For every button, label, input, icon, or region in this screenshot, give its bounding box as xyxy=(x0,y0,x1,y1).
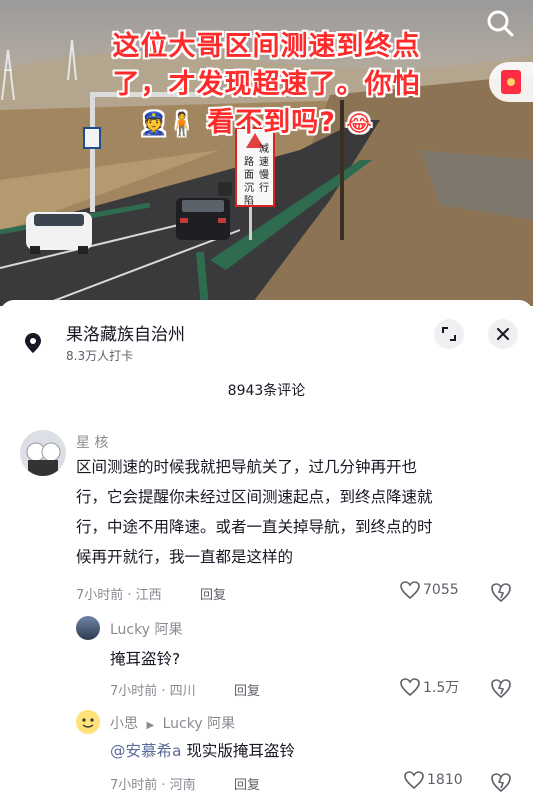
comment-text-line: 区间测速的时候我就把导航关了，过几分钟再开也 xyxy=(76,458,418,476)
svg-text:慢: 慢 xyxy=(259,169,269,181)
reply-button[interactable]: 回复 xyxy=(234,774,260,793)
close-button[interactable] xyxy=(488,319,518,349)
svg-text:路: 路 xyxy=(244,155,254,168)
video-caption-line1: 这位大哥区间测速到终点 xyxy=(112,31,421,62)
like-button[interactable]: 7055 xyxy=(400,581,459,599)
reply-target[interactable]: Lucky 阿果 xyxy=(163,716,235,732)
comment-sheet: 果洛藏族自治州 8.3万人打卡 8943条评论 星 核 区间测速的时候我就把导航… xyxy=(0,300,533,800)
red-packet-button[interactable] xyxy=(489,62,533,102)
avatar[interactable] xyxy=(20,430,66,476)
heart-icon xyxy=(404,771,424,789)
dislike-icon[interactable] xyxy=(490,582,512,602)
close-icon xyxy=(497,328,509,340)
avatar[interactable] xyxy=(76,616,100,640)
video-caption-line2: 了，才发现超速了。你怕 xyxy=(112,69,421,100)
caption-emojis: 👮🧍 xyxy=(140,112,197,137)
svg-text:陷: 陷 xyxy=(244,194,254,207)
comment-count: 8943条评论 xyxy=(227,383,306,399)
like-count: 1.5万 xyxy=(423,680,460,696)
red-packet-icon xyxy=(501,70,521,94)
reply-button[interactable]: 回复 xyxy=(234,680,260,699)
svg-text:行: 行 xyxy=(259,181,269,194)
like-count: 1810 xyxy=(427,772,463,788)
caption-end-emoji: 😂 xyxy=(346,112,373,137)
comment-text-line: 行，中途不用降速。或者一直关掉导航，到终点的时 xyxy=(76,518,433,536)
comment-text: @安慕希a 现实版掩耳盗铃 xyxy=(110,736,295,766)
svg-text:减: 减 xyxy=(259,143,269,155)
caption-line3-text: 看不到吗? xyxy=(207,107,336,138)
comment-text-line: 行，它会提醒你未经过区间测速起点，到终点降速就 xyxy=(76,488,433,506)
location-checkins: 8.3万人打卡 xyxy=(66,349,134,363)
video-player[interactable]: 路 面 沉 陷 减 速 慢 行 这位大哥区间测速到终点 了，才发现超速了。你怕 … xyxy=(0,0,533,306)
reply-arrow-icon: ▶ xyxy=(146,720,155,731)
reply-author[interactable]: 小思 xyxy=(110,716,138,732)
heart-icon xyxy=(400,581,420,599)
comment-text: 掩耳盗铃? xyxy=(110,650,181,668)
dislike-icon[interactable] xyxy=(490,772,512,792)
comment-meta: 7小时前 · 河南 xyxy=(110,778,196,793)
heart-icon xyxy=(400,678,420,696)
comment-username: 小思 ▶ Lucky 阿果 xyxy=(110,713,235,733)
like-count: 7055 xyxy=(423,582,459,598)
svg-text:沉: 沉 xyxy=(244,181,254,194)
reply-button[interactable]: 回复 xyxy=(200,584,226,603)
svg-text:速: 速 xyxy=(259,156,269,168)
expand-icon xyxy=(442,327,456,341)
comment-username[interactable]: 星 核 xyxy=(76,432,108,452)
like-button[interactable]: 1810 xyxy=(404,771,463,789)
search-icon[interactable] xyxy=(485,8,515,38)
comment-text-line: 候再开就行，我一直都是这样的 xyxy=(76,548,294,566)
video-caption-line3: 👮🧍 看不到吗? 😂 xyxy=(140,100,373,139)
dislike-icon[interactable] xyxy=(490,678,512,698)
expand-button[interactable] xyxy=(434,319,464,349)
mention-link[interactable]: @安慕希a xyxy=(110,742,182,760)
avatar[interactable] xyxy=(76,710,100,734)
location-title[interactable]: 果洛藏族自治州 xyxy=(66,320,185,345)
comment-meta: 7小时前 · 四川 xyxy=(110,684,196,699)
comment-username[interactable]: Lucky 阿果 xyxy=(110,619,182,639)
comment-text-body: 现实版掩耳盗铃 xyxy=(181,742,295,760)
comment-meta: 7小时前 · 江西 xyxy=(76,588,162,603)
svg-text:面: 面 xyxy=(244,170,254,181)
like-button[interactable]: 1.5万 xyxy=(400,677,459,697)
location-pin-icon xyxy=(25,333,41,353)
